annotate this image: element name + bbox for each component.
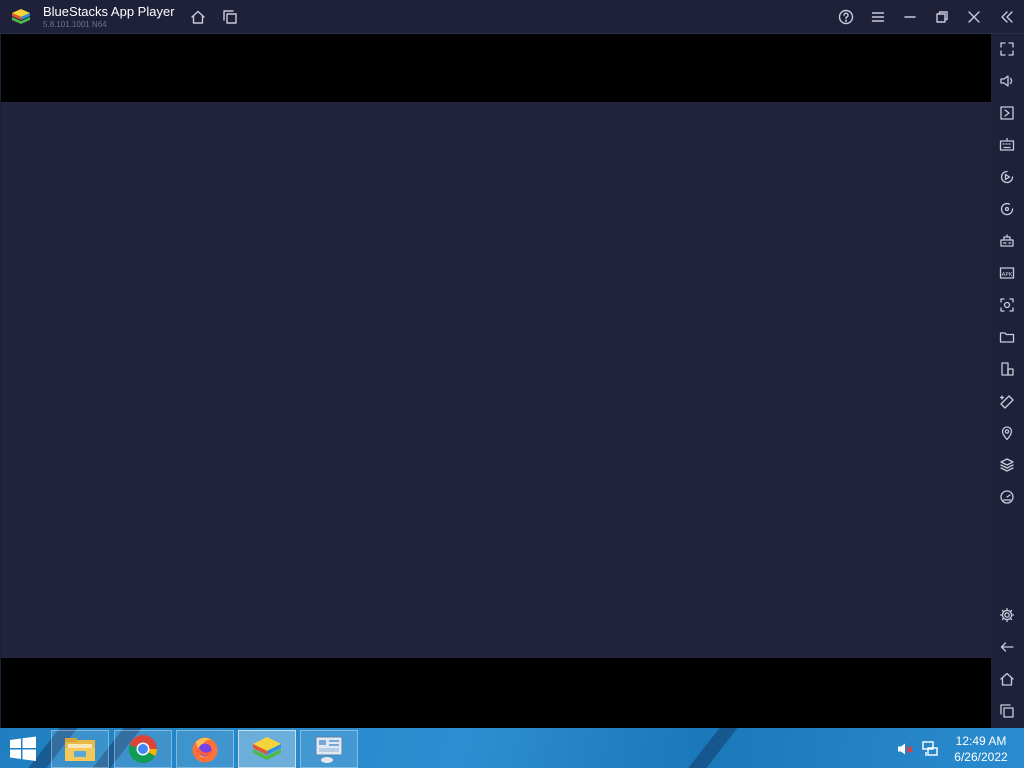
home-button[interactable] — [186, 5, 210, 29]
volume-icon — [1000, 75, 1013, 87]
multi-instance-manager-taskbar-item[interactable] — [300, 730, 358, 768]
close-icon — [968, 11, 980, 23]
apk-badge: APK — [1002, 272, 1013, 278]
restore-icon — [936, 11, 948, 23]
firefox-taskbar-item[interactable] — [176, 730, 234, 768]
menu-button[interactable] — [866, 5, 890, 29]
location-button[interactable] — [995, 421, 1019, 445]
keyboard-controls-icon — [999, 137, 1015, 151]
bluestacks-window: BlueStacks App Player 5.8.101.1001 N64 A… — [0, 0, 1024, 728]
layers-button[interactable] — [995, 453, 1019, 477]
collapse-sidebar-button[interactable] — [995, 5, 1019, 29]
android-screen[interactable] — [1, 102, 991, 658]
settings-icon — [999, 607, 1015, 623]
bluestacks-icon — [253, 737, 281, 760]
help-button[interactable] — [834, 5, 858, 29]
install-apk-button[interactable]: APK — [995, 261, 1019, 285]
eco-mode-button[interactable] — [995, 389, 1019, 413]
android-home-icon — [1000, 672, 1014, 686]
macro-recorder-icon — [1000, 170, 1014, 184]
media-manager-icon — [1000, 106, 1014, 120]
right-toolbar: APK — [991, 34, 1024, 728]
firefox-icon — [192, 737, 218, 763]
folder-button[interactable] — [995, 325, 1019, 349]
gamepad-icon — [1000, 234, 1014, 247]
clock-time: 12:49 AM — [955, 734, 1007, 748]
install-apk-icon: APK — [999, 267, 1015, 279]
device-rotate-icon — [1001, 362, 1014, 376]
collapse-sidebar-icon — [1001, 11, 1013, 23]
fullscreen-button[interactable] — [995, 37, 1019, 61]
minimize-icon — [904, 16, 916, 18]
media-manager-button[interactable] — [995, 101, 1019, 125]
settings-button[interactable] — [995, 603, 1019, 627]
minimize-button[interactable] — [898, 5, 922, 29]
back-button[interactable] — [995, 635, 1019, 659]
back-icon — [1000, 642, 1014, 652]
home-icon — [191, 10, 205, 24]
chrome-taskbar-item[interactable] — [114, 730, 172, 768]
keyboard-controls-button[interactable] — [995, 133, 1019, 157]
clock-date: 6/26/2022 — [954, 750, 1008, 764]
taskbar-decoration — [672, 728, 746, 768]
start-button[interactable] — [8, 736, 38, 762]
layers-icon — [1000, 458, 1014, 472]
multi-instance-manager-icon — [315, 736, 343, 763]
macro-recorder-button[interactable] — [995, 165, 1019, 189]
title-bar[interactable]: BlueStacks App Player 5.8.101.1001 N64 — [0, 0, 1024, 34]
fullscreen-icon — [1000, 42, 1014, 56]
multi-instance-icon — [223, 10, 237, 24]
performance-icon — [1000, 490, 1014, 504]
folder-icon — [999, 332, 1015, 343]
chrome-icon — [128, 735, 157, 763]
restore-button[interactable] — [930, 5, 954, 29]
volume-muted-icon[interactable] — [896, 740, 914, 758]
gamepad-button[interactable] — [995, 229, 1019, 253]
device-rotate-button[interactable] — [995, 357, 1019, 381]
app-version: 5.8.101.1001 N64 — [43, 20, 107, 29]
recent-apps-button[interactable] — [995, 699, 1019, 723]
android-home-button[interactable] — [995, 667, 1019, 691]
rotate-button[interactable] — [995, 197, 1019, 221]
bluestacks-taskbar-item[interactable] — [238, 730, 296, 768]
windows-taskbar: 12:49 AM 6/26/2022 — [0, 728, 1024, 768]
rotate-icon — [1000, 202, 1014, 216]
volume-button[interactable] — [995, 69, 1019, 93]
recent-apps-icon — [1000, 704, 1014, 718]
screenshot-icon — [1000, 298, 1014, 312]
bluestacks-logo-icon — [12, 9, 30, 24]
file-explorer-icon — [65, 738, 95, 761]
help-icon — [838, 9, 854, 25]
screenshot-button[interactable] — [995, 293, 1019, 317]
menu-icon — [871, 12, 885, 22]
performance-button[interactable] — [995, 485, 1019, 509]
eco-mode-icon — [999, 395, 1014, 409]
file-explorer-taskbar-item[interactable] — [51, 730, 109, 768]
close-button[interactable] — [962, 5, 986, 29]
multi-instance-button[interactable] — [218, 5, 242, 29]
location-icon — [1001, 426, 1013, 441]
network-icon[interactable] — [921, 740, 939, 758]
window-title: BlueStacks App Player — [43, 4, 175, 19]
system-clock[interactable]: 12:49 AM 6/26/2022 — [944, 733, 1018, 765]
emulator-display[interactable] — [1, 34, 991, 728]
